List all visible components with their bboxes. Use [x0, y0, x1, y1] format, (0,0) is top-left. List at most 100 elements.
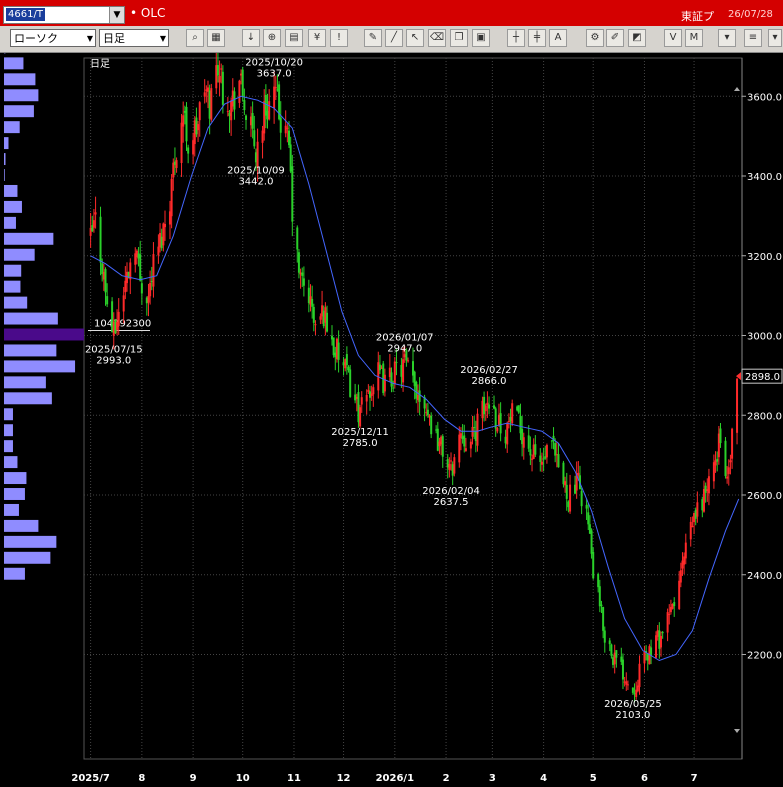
indicator-icon[interactable]: ┼ — [507, 29, 525, 47]
stock-name-text: OLC — [140, 6, 166, 20]
volume-bar — [4, 264, 22, 277]
x-tick-label: 6 — [641, 773, 648, 784]
candle-body — [197, 124, 200, 131]
candle-body — [210, 88, 213, 120]
volume-bar — [4, 121, 20, 134]
annotation-price: 2993.0 — [96, 355, 131, 366]
candle-body — [650, 647, 653, 656]
candle-body — [139, 254, 142, 281]
warning-icon[interactable]: ! — [330, 29, 348, 47]
candle-body — [726, 476, 729, 479]
candle-body — [233, 91, 236, 110]
symbol-input[interactable]: 4661/T ▼ — [3, 6, 125, 24]
candle-body — [484, 405, 487, 412]
volume-bar — [4, 57, 24, 70]
annotation-date: 2025/12/11 — [331, 427, 389, 438]
x-tick-label: 7 — [691, 773, 698, 784]
volume-bar — [4, 328, 84, 341]
stock-name: • OLC — [130, 6, 166, 20]
candle-body — [393, 361, 396, 384]
candle-body — [499, 413, 502, 434]
x-tick-label: 12 — [337, 773, 351, 784]
indicator2-icon[interactable]: ╪ — [528, 29, 546, 47]
erase-icon[interactable]: ⌫ — [428, 29, 446, 47]
layout-icon[interactable]: ▦ — [207, 29, 225, 47]
candle-body — [314, 324, 317, 326]
candle-body — [436, 428, 439, 451]
x-tick-label: 2025/7 — [71, 773, 109, 784]
candle-body — [529, 449, 532, 456]
candle-body — [458, 434, 461, 463]
volume-bar — [4, 567, 25, 580]
candle-body — [220, 68, 223, 70]
chevron-down-icon[interactable]: ▼ — [109, 7, 124, 23]
candle-body — [349, 369, 352, 397]
candle-body — [180, 122, 183, 163]
color-icon[interactable]: ◩ — [628, 29, 646, 47]
candle-body — [312, 306, 315, 323]
market-label: 東証プ — [681, 10, 714, 23]
last-price-label: 2898.0 — [745, 372, 780, 383]
candle-body — [274, 87, 277, 89]
candle-body — [157, 246, 160, 256]
candle-body — [643, 651, 646, 664]
all-icon[interactable]: A — [549, 29, 567, 47]
candle-body — [626, 684, 629, 686]
candle-body — [448, 464, 451, 470]
vma-icon[interactable]: V — [664, 29, 682, 47]
candle-body — [597, 574, 600, 588]
annotation-price: 3442.0 — [238, 176, 273, 187]
volume-bar — [4, 519, 39, 532]
candle-body — [238, 80, 241, 103]
currency-icon[interactable]: ¥ — [308, 29, 326, 47]
options-icon[interactable]: ▾ — [768, 29, 782, 47]
candle-body — [175, 160, 178, 168]
mr-icon[interactable]: M — [685, 29, 703, 47]
menu-icon[interactable]: ≡ — [744, 29, 762, 47]
annotation-price: 2103.0 — [615, 710, 650, 721]
x-tick-label: 11 — [287, 773, 301, 784]
zoom-icon[interactable]: ⊕ — [263, 29, 281, 47]
line-draw-icon[interactable]: ╱ — [385, 29, 403, 47]
y-tick-label: 3000.0 — [747, 332, 782, 343]
candle-body — [106, 296, 109, 305]
candle-body — [691, 526, 694, 528]
candle-body — [301, 272, 304, 276]
chart-style-select[interactable]: ローソク ▼ — [10, 29, 96, 47]
grid-icon[interactable]: ▤ — [285, 29, 303, 47]
cursor-icon[interactable]: ↖ — [406, 29, 424, 47]
brush-icon[interactable]: ✐ — [606, 29, 624, 47]
volume-bar — [4, 551, 51, 564]
volume-bar — [4, 312, 58, 325]
candle-body — [580, 490, 583, 507]
candle-body — [527, 435, 530, 449]
max-volume-label: 104292300 — [94, 319, 151, 330]
candle-body — [218, 75, 221, 83]
download-icon[interactable]: ↓ — [242, 29, 260, 47]
period-select[interactable]: 日足 ▼ — [99, 29, 169, 47]
candle-body — [140, 283, 143, 294]
candle-body — [117, 311, 120, 326]
volume-bar — [4, 344, 57, 357]
volume-bar — [4, 89, 39, 102]
candle-body — [430, 415, 433, 435]
candle-body — [441, 436, 444, 457]
candle-body — [152, 254, 155, 287]
candle-body — [203, 92, 206, 97]
price-chart[interactable]: 104292300 2025/07/152993.02025/09/163715… — [0, 53, 783, 787]
clipboard-icon[interactable]: ▣ — [472, 29, 490, 47]
settings-icon[interactable]: ⚙ — [586, 29, 604, 47]
copy-icon[interactable]: ❐ — [450, 29, 468, 47]
candle-body — [297, 252, 300, 273]
candle-body — [273, 86, 276, 109]
more-icon[interactable]: ▾ — [718, 29, 736, 47]
search-icon[interactable]: ⌕ — [186, 29, 204, 47]
candle-body — [245, 115, 248, 120]
candle-body — [540, 461, 543, 465]
candle-body — [719, 428, 722, 444]
candle-body — [337, 342, 340, 360]
candle-body — [378, 364, 381, 371]
volume-bar — [4, 216, 16, 229]
pen-icon[interactable]: ✎ — [364, 29, 382, 47]
candle-body — [587, 512, 590, 525]
